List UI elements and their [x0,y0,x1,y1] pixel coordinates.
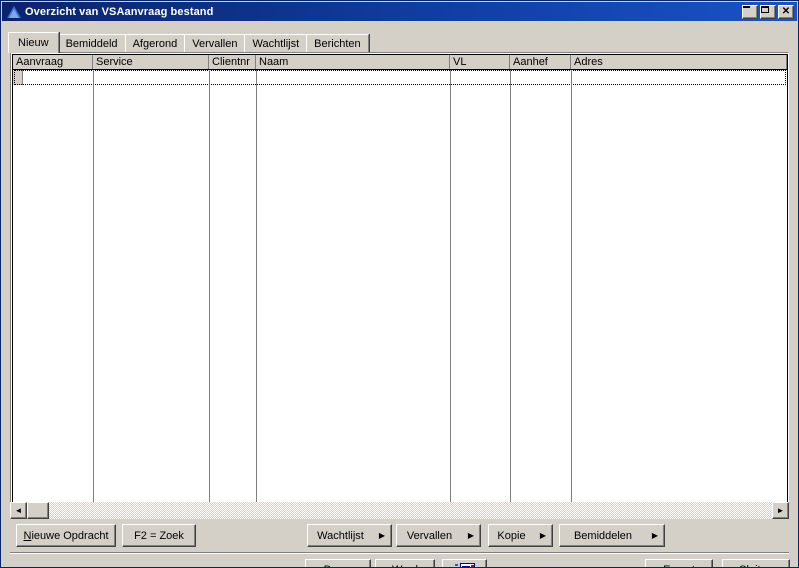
kopie-button[interactable]: Kopie ▶ [488,524,553,547]
column-header-vl[interactable]: VL [450,55,510,69]
column-header-label: VL [453,56,467,68]
tab-bemiddeld[interactable]: Bemiddeld [57,34,126,53]
records-grid[interactable]: Aanvraag Service Clientnr Naam VL Aanhef Adres [10,52,789,517]
export-button[interactable]: Export [645,559,713,567]
button-label: F2 = Zoek [134,529,184,542]
divider [10,552,789,554]
column-divider [93,70,94,515]
chevron-right-icon: ► [776,505,785,515]
maximize-button[interactable] [760,4,776,19]
title-bar: Overzicht van VSAanvraag bestand ✕ [2,2,797,21]
application-window: Overzicht van VSAanvraag bestand ✕ Nieuw… [0,0,799,568]
column-header-label: Naam [259,56,289,68]
scroll-right-button[interactable]: ► [772,502,789,519]
chevron-right-icon: ▶ [378,531,386,540]
tab-label: Bemiddeld [65,38,118,50]
scrollbar-track[interactable] [49,502,772,519]
close-button[interactable]: ✕ [778,4,794,19]
sluiten-button[interactable]: Sluiten [722,559,790,567]
scroll-left-button[interactable]: ◄ [10,502,27,519]
chevron-right-icon: ▶ [651,531,659,540]
column-header-naam[interactable]: Naam [256,55,450,69]
word-button[interactable]: Word [375,559,435,567]
column-header-clientnr[interactable]: Clientnr [209,55,256,69]
tab-label: Nieuw [18,37,49,49]
chevron-left-icon: ◄ [14,505,23,515]
grid-body[interactable] [13,70,787,515]
button-label: Vervallen [406,529,453,542]
tab-label: Afgerond [132,38,178,50]
button-label: Kopie [497,529,526,542]
label-card-icon [454,563,475,567]
window-controls: ✕ [742,4,794,19]
column-header-label: Adres [574,56,603,68]
button-label: Word [376,564,434,567]
dymo-button[interactable]: Dymo [305,559,371,567]
tab-label: Wachtlijst [252,38,300,50]
close-icon: ✕ [781,5,791,17]
column-divider [510,70,511,515]
column-header-label: Aanvraag [16,56,64,68]
tab-vervallen[interactable]: Vervallen [184,34,246,53]
column-divider [256,70,257,515]
tab-berichten[interactable]: Berichten [306,34,369,53]
chevron-right-icon: ▶ [539,531,547,540]
column-header-adres[interactable]: Adres [571,55,787,69]
column-header-label: Aanhef [513,56,548,68]
tab-label: Vervallen [192,38,238,50]
minimize-button[interactable] [742,4,758,19]
horizontal-scrollbar[interactable]: ◄ ► [10,502,789,519]
tab-wachtlijst[interactable]: Wachtlijst [244,34,308,53]
bemiddelen-button[interactable]: Bemiddelen ▶ [559,524,665,547]
table-row[interactable] [14,70,786,85]
blue-triangle-icon [6,4,22,20]
nieuwe-opdracht-button[interactable]: Nieuwe Opdracht [16,524,116,547]
f2-zoek-button[interactable]: F2 = Zoek [122,524,196,547]
column-divider [450,70,451,515]
column-header-label: Service [96,56,133,68]
tab-label: Berichten [314,38,361,50]
chevron-right-icon: ▶ [467,531,475,540]
column-divider [571,70,572,515]
client-area: Nieuw Bemiddeld Afgerond Vervallen Wachtlijs… [2,21,797,567]
button-label: Nieuwe Opdracht [23,529,109,542]
column-header-aanvraag[interactable]: Aanvraag [13,55,93,69]
scrollbar-thumb[interactable] [27,502,49,519]
button-label: Dymo [306,564,370,567]
tab-afgerond[interactable]: Afgerond [124,34,186,53]
button-label: Wachtlijst [317,529,364,542]
button-label: Sluiten [723,564,789,567]
button-label: Bemiddelen [573,529,633,542]
tab-nieuw[interactable]: Nieuw [8,32,59,53]
button-label: Export [646,564,712,567]
vervallen-button[interactable]: Vervallen ▶ [396,524,481,547]
action-button-row: Nieuwe Opdracht F2 = Zoek Wachtlijst ▶ Verva… [10,524,789,551]
bottom-button-row: Service: Alle services ▼ DymoWordExportS… [10,557,790,567]
window-title: Overzicht van VSAanvraag bestand [25,5,214,18]
wachtlijst-button[interactable]: Wachtlijst ▶ [307,524,392,547]
column-header-service[interactable]: Service [93,55,209,69]
tab-strip: Nieuw Bemiddeld Afgerond Vervallen Wachtlijs… [8,32,369,53]
label-card-button[interactable] [442,559,487,567]
column-divider [209,70,210,515]
column-header-aanhef[interactable]: Aanhef [510,55,571,69]
column-header-label: Clientnr [212,56,250,68]
grid-header-row: Aanvraag Service Clientnr Naam VL Aanhef Adres [13,55,787,70]
